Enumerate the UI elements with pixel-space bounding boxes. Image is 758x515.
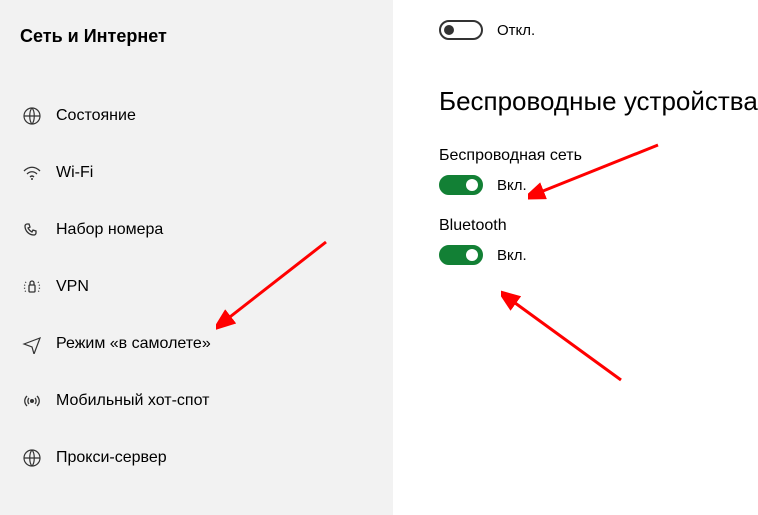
vpn-icon	[20, 275, 44, 299]
bluetooth-toggle[interactable]	[439, 245, 483, 265]
sidebar-item-proxy[interactable]: Прокси-сервер	[0, 429, 393, 486]
main-panel: Откл. Беспроводные устройства Беспроводн…	[393, 0, 758, 515]
globe-icon	[20, 446, 44, 470]
bluetooth-group: Bluetooth Вкл.	[439, 217, 758, 265]
toggle-knob	[466, 249, 478, 261]
sidebar-item-dialup[interactable]: Набор номера	[0, 201, 393, 258]
sidebar-item-label: Прокси-сервер	[56, 449, 167, 467]
sidebar-item-airplane[interactable]: Режим «в самолете»	[0, 315, 393, 372]
sidebar-item-status[interactable]: Состояние	[0, 87, 393, 144]
wifi-label: Беспроводная сеть	[439, 147, 758, 165]
sidebar-item-vpn[interactable]: VPN	[0, 258, 393, 315]
sidebar-item-hotspot[interactable]: Мобильный хот-спот	[0, 372, 393, 429]
phone-icon	[20, 218, 44, 242]
sidebar-item-label: VPN	[56, 278, 89, 296]
airplane-mode-toggle[interactable]	[439, 20, 483, 40]
annotation-arrow	[501, 290, 631, 390]
section-title: Беспроводные устройства	[439, 86, 758, 117]
wifi-state-label: Вкл.	[497, 177, 527, 194]
toggle-knob	[444, 25, 454, 35]
sidebar-item-label: Мобильный хот-спот	[56, 392, 209, 410]
globe-icon	[20, 104, 44, 128]
hotspot-icon	[20, 389, 44, 413]
nav-list: Состояние Wi-Fi Набор номера	[0, 67, 393, 486]
airplane-mode-state-label: Откл.	[497, 22, 535, 39]
wifi-group: Беспроводная сеть Вкл.	[439, 147, 758, 195]
toggle-knob	[466, 179, 478, 191]
sidebar-item-label: Состояние	[56, 107, 136, 125]
sidebar-item-label: Набор номера	[56, 221, 163, 239]
sidebar-heading: Сеть и Интернет	[0, 20, 393, 67]
bluetooth-label: Bluetooth	[439, 217, 758, 235]
bluetooth-state-label: Вкл.	[497, 247, 527, 264]
sidebar-item-label: Wi-Fi	[56, 164, 93, 182]
wifi-icon	[20, 161, 44, 185]
sidebar-item-wifi[interactable]: Wi-Fi	[0, 144, 393, 201]
sidebar-item-label: Режим «в самолете»	[56, 335, 211, 353]
sidebar: Сеть и Интернет Состояние Wi-Fi	[0, 0, 393, 515]
airplane-mode-toggle-row: Откл.	[439, 20, 758, 40]
airplane-icon	[20, 332, 44, 356]
wifi-toggle[interactable]	[439, 175, 483, 195]
